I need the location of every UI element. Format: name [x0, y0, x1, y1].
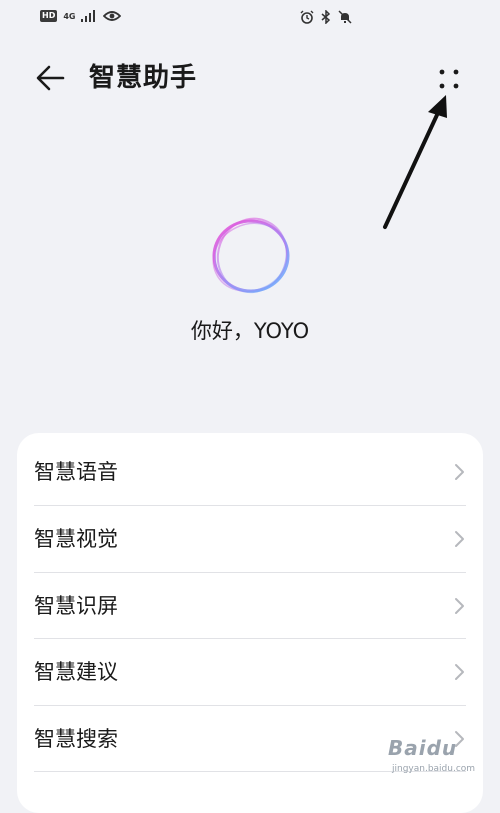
menu-item-voice[interactable]: 智慧语音: [17, 439, 483, 505]
more-dots-icon: [439, 69, 459, 89]
page-title: 智慧助手: [89, 63, 198, 93]
chevron-right-icon: [455, 531, 464, 547]
menu-item-label: 智慧搜索: [34, 727, 118, 751]
menu-item-vision[interactable]: 智慧视觉: [17, 506, 483, 572]
menu-item-label: 智慧语音: [34, 460, 118, 484]
greeting-text: 你好，YOYO: [190, 319, 310, 343]
status-bar: HD 4G: [0, 0, 500, 36]
signal-icon: [81, 10, 96, 22]
menu-item-label: 智慧建议: [34, 660, 118, 684]
more-options-button[interactable]: [432, 62, 466, 96]
arrow-left-icon: [36, 65, 65, 91]
status-right: [300, 10, 352, 24]
mute-icon: [338, 10, 352, 24]
bluetooth-icon: [321, 10, 331, 24]
hd-badge: HD: [40, 10, 58, 22]
status-left: HD 4G: [40, 10, 122, 22]
alarm-icon: [300, 10, 314, 24]
chevron-right-icon: [455, 598, 464, 614]
menu-item-label: 智慧识屏: [34, 594, 118, 618]
network-type: 4G: [63, 11, 76, 21]
chevron-right-icon: [455, 464, 464, 480]
app-bar: 智慧助手: [0, 50, 500, 106]
menu-item-label: 智慧视觉: [34, 527, 118, 551]
eye-icon: [103, 11, 122, 21]
back-button[interactable]: [30, 60, 70, 96]
assistant-orb-icon[interactable]: [203, 208, 299, 304]
watermark-logo: Baidu: [388, 736, 458, 760]
menu-item-screen-recognition[interactable]: 智慧识屏: [17, 573, 483, 639]
menu-item-suggestions[interactable]: 智慧建议: [17, 639, 483, 705]
watermark-url: jingyan.baidu.com: [392, 764, 476, 774]
chevron-right-icon: [455, 664, 464, 680]
